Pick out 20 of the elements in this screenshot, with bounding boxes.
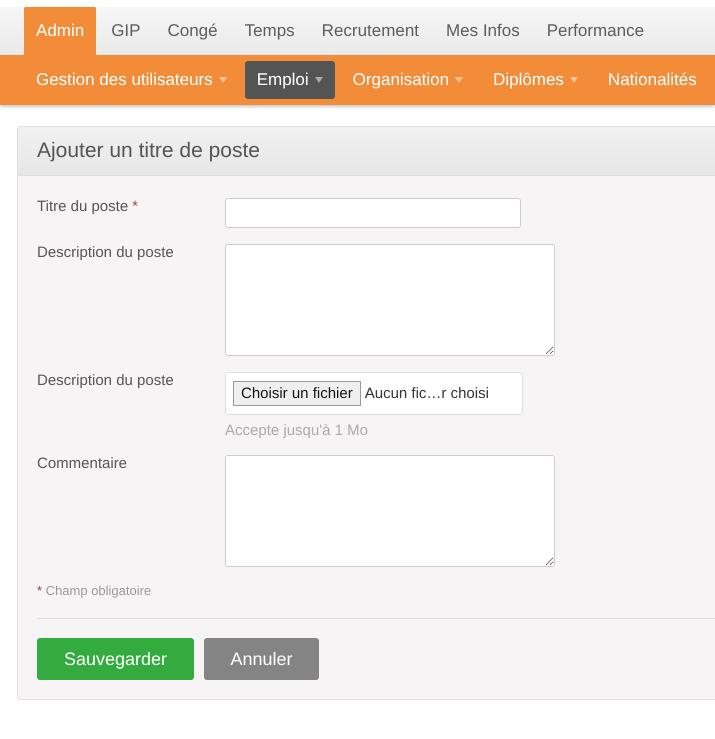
field-hint: Accepte jusqu'à 1 Mo (225, 422, 369, 439)
text-area[interactable] (225, 455, 555, 567)
submenu-item[interactable]: Emploi (244, 61, 335, 99)
file-field[interactable]: Choisir un fichier Aucun fic…r choisi (225, 372, 523, 415)
input-field[interactable] (225, 198, 521, 228)
menu-tab[interactable]: Temps (232, 7, 307, 55)
menu-tab[interactable]: Congé (155, 7, 230, 55)
field-label: Description du poste (37, 244, 175, 263)
field-label: Commentaire (37, 455, 128, 474)
menu-tab[interactable]: Performance (534, 7, 656, 55)
field-label: Description du poste (37, 372, 175, 391)
panel-title: Ajouter un titre de poste (37, 139, 260, 163)
cancel-button[interactable]: Annuler (204, 638, 319, 680)
text-area[interactable] (225, 244, 555, 356)
field-label: Titre du poste * (37, 198, 140, 217)
menu-tab[interactable]: GIP (99, 7, 152, 55)
save-button[interactable]: Sauvegarder (37, 638, 194, 680)
required-note: * Champ obligatoire (37, 583, 152, 598)
menu-tab[interactable]: Mes Infos (434, 7, 532, 55)
menu-tab[interactable]: Recrutement (310, 7, 431, 55)
